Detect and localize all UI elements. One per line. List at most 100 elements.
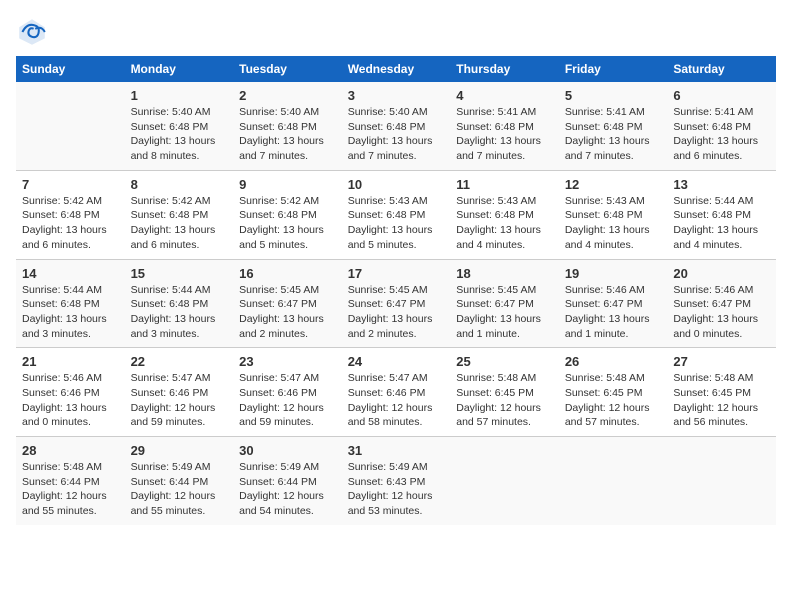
day-number: 25 (456, 354, 553, 369)
cell-week1-day5: 4 Sunrise: 5:41 AMSunset: 6:48 PMDaylight… (450, 82, 559, 170)
day-info: Sunrise: 5:40 AMSunset: 6:48 PMDaylight:… (131, 105, 228, 164)
cell-week2-day1: 7 Sunrise: 5:42 AMSunset: 6:48 PMDaylight… (16, 170, 125, 259)
cell-week5-day4: 31 Sunrise: 5:49 AMSunset: 6:43 PMDayligh… (342, 437, 451, 525)
week-row-1: 1 Sunrise: 5:40 AMSunset: 6:48 PMDaylight… (16, 82, 776, 170)
cell-week2-day5: 11Sunrise: 5:43 AMSunset: 6:48 PMDayligh… (450, 170, 559, 259)
cell-week5-day7 (667, 437, 776, 525)
cell-week4-day4: 24 Sunrise: 5:47 AMSunset: 6:46 PMDayligh… (342, 348, 451, 437)
header-tuesday: Tuesday (233, 56, 342, 82)
day-info: Sunrise: 5:46 AMSunset: 6:46 PMDaylight:… (22, 371, 119, 430)
day-number: 20 (673, 266, 770, 281)
cell-week5-day6 (559, 437, 668, 525)
day-info: Sunrise: 5:40 AMSunset: 6:48 PMDaylight:… (348, 105, 445, 164)
day-info: Sunrise: 5:44 AMSunset: 6:48 PMDaylight:… (673, 194, 770, 253)
day-number: 3 (348, 88, 445, 103)
day-number: 15 (131, 266, 228, 281)
day-info: Sunrise: 5:47 AMSunset: 6:46 PMDaylight:… (239, 371, 336, 430)
day-info: Sunrise: 5:42 AMSunset: 6:48 PMDaylight:… (131, 194, 228, 253)
day-info: Sunrise: 5:40 AMSunset: 6:48 PMDaylight:… (239, 105, 336, 164)
cell-week3-day6: 19Sunrise: 5:46 AMSunset: 6:47 PMDayligh… (559, 259, 668, 348)
day-info: Sunrise: 5:43 AMSunset: 6:48 PMDaylight:… (456, 194, 553, 253)
cell-week4-day1: 21 Sunrise: 5:46 AMSunset: 6:46 PMDayligh… (16, 348, 125, 437)
cell-week4-day3: 23Sunrise: 5:47 AMSunset: 6:46 PMDayligh… (233, 348, 342, 437)
header-sunday: Sunday (16, 56, 125, 82)
cell-week4-day6: 26Sunrise: 5:48 AMSunset: 6:45 PMDayligh… (559, 348, 668, 437)
day-info: Sunrise: 5:48 AMSunset: 6:45 PMDaylight:… (456, 371, 553, 430)
day-number: 29 (131, 443, 228, 458)
day-info: Sunrise: 5:47 AMSunset: 6:46 PMDaylight:… (348, 371, 445, 430)
week-row-5: 28 Sunrise: 5:48 AMSunset: 6:44 PMDayligh… (16, 437, 776, 525)
cell-week1-day2: 1 Sunrise: 5:40 AMSunset: 6:48 PMDaylight… (125, 82, 234, 170)
cell-week5-day3: 30 Sunrise: 5:49 AMSunset: 6:44 PMDayligh… (233, 437, 342, 525)
cell-week2-day4: 10Sunrise: 5:43 AMSunset: 6:48 PMDayligh… (342, 170, 451, 259)
header-thursday: Thursday (450, 56, 559, 82)
cell-week1-day7: 6 Sunrise: 5:41 AMSunset: 6:48 PMDaylight… (667, 82, 776, 170)
day-number: 16 (239, 266, 336, 281)
calendar-header-row: SundayMondayTuesdayWednesdayThursdayFrid… (16, 56, 776, 82)
day-info: Sunrise: 5:47 AMSunset: 6:46 PMDaylight:… (131, 371, 228, 430)
page-header (16, 16, 776, 48)
cell-week3-day2: 15 Sunrise: 5:44 AMSunset: 6:48 PMDayligh… (125, 259, 234, 348)
header-monday: Monday (125, 56, 234, 82)
cell-week2-day6: 12 Sunrise: 5:43 AMSunset: 6:48 PMDayligh… (559, 170, 668, 259)
day-info: Sunrise: 5:46 AMSunset: 6:47 PMDaylight:… (673, 283, 770, 342)
day-info: Sunrise: 5:49 AMSunset: 6:44 PMDaylight:… (239, 460, 336, 519)
day-number: 6 (673, 88, 770, 103)
day-number: 12 (565, 177, 662, 192)
cell-week1-day6: 5Sunrise: 5:41 AMSunset: 6:48 PMDaylight… (559, 82, 668, 170)
day-number: 26 (565, 354, 662, 369)
day-number: 24 (348, 354, 445, 369)
cell-week3-day1: 14 Sunrise: 5:44 AMSunset: 6:48 PMDayligh… (16, 259, 125, 348)
day-number: 4 (456, 88, 553, 103)
cell-week4-day5: 25 Sunrise: 5:48 AMSunset: 6:45 PMDayligh… (450, 348, 559, 437)
day-number: 18 (456, 266, 553, 281)
day-number: 14 (22, 266, 119, 281)
day-info: Sunrise: 5:45 AMSunset: 6:47 PMDaylight:… (239, 283, 336, 342)
cell-week2-day7: 13 Sunrise: 5:44 AMSunset: 6:48 PMDayligh… (667, 170, 776, 259)
cell-week5-day1: 28 Sunrise: 5:48 AMSunset: 6:44 PMDayligh… (16, 437, 125, 525)
cell-week3-day5: 18Sunrise: 5:45 AMSunset: 6:47 PMDayligh… (450, 259, 559, 348)
calendar-table: SundayMondayTuesdayWednesdayThursdayFrid… (16, 56, 776, 525)
cell-week3-day7: 20 Sunrise: 5:46 AMSunset: 6:47 PMDayligh… (667, 259, 776, 348)
day-number: 28 (22, 443, 119, 458)
day-number: 9 (239, 177, 336, 192)
logo-icon (16, 16, 48, 48)
day-number: 21 (22, 354, 119, 369)
cell-week1-day1 (16, 82, 125, 170)
cell-week4-day2: 22Sunrise: 5:47 AMSunset: 6:46 PMDayligh… (125, 348, 234, 437)
cell-week1-day4: 3 Sunrise: 5:40 AMSunset: 6:48 PMDaylight… (342, 82, 451, 170)
cell-week5-day2: 29 Sunrise: 5:49 AMSunset: 6:44 PMDayligh… (125, 437, 234, 525)
logo (16, 16, 52, 48)
day-number: 17 (348, 266, 445, 281)
day-number: 30 (239, 443, 336, 458)
day-info: Sunrise: 5:44 AMSunset: 6:48 PMDaylight:… (131, 283, 228, 342)
header-friday: Friday (559, 56, 668, 82)
day-number: 31 (348, 443, 445, 458)
day-number: 8 (131, 177, 228, 192)
cell-week2-day2: 8 Sunrise: 5:42 AMSunset: 6:48 PMDaylight… (125, 170, 234, 259)
day-info: Sunrise: 5:49 AMSunset: 6:43 PMDaylight:… (348, 460, 445, 519)
day-info: Sunrise: 5:43 AMSunset: 6:48 PMDaylight:… (565, 194, 662, 253)
week-row-4: 21 Sunrise: 5:46 AMSunset: 6:46 PMDayligh… (16, 348, 776, 437)
day-info: Sunrise: 5:45 AMSunset: 6:47 PMDaylight:… (348, 283, 445, 342)
day-info: Sunrise: 5:41 AMSunset: 6:48 PMDaylight:… (673, 105, 770, 164)
cell-week5-day5 (450, 437, 559, 525)
day-number: 13 (673, 177, 770, 192)
day-info: Sunrise: 5:49 AMSunset: 6:44 PMDaylight:… (131, 460, 228, 519)
cell-week1-day3: 2 Sunrise: 5:40 AMSunset: 6:48 PMDaylight… (233, 82, 342, 170)
day-info: Sunrise: 5:41 AMSunset: 6:48 PMDaylight:… (565, 105, 662, 164)
day-info: Sunrise: 5:42 AMSunset: 6:48 PMDaylight:… (239, 194, 336, 253)
week-row-2: 7 Sunrise: 5:42 AMSunset: 6:48 PMDaylight… (16, 170, 776, 259)
day-info: Sunrise: 5:41 AMSunset: 6:48 PMDaylight:… (456, 105, 553, 164)
day-number: 7 (22, 177, 119, 192)
cell-week3-day4: 17 Sunrise: 5:45 AMSunset: 6:47 PMDayligh… (342, 259, 451, 348)
day-number: 10 (348, 177, 445, 192)
cell-week3-day3: 16 Sunrise: 5:45 AMSunset: 6:47 PMDayligh… (233, 259, 342, 348)
day-number: 2 (239, 88, 336, 103)
day-info: Sunrise: 5:48 AMSunset: 6:44 PMDaylight:… (22, 460, 119, 519)
day-info: Sunrise: 5:48 AMSunset: 6:45 PMDaylight:… (673, 371, 770, 430)
day-info: Sunrise: 5:44 AMSunset: 6:48 PMDaylight:… (22, 283, 119, 342)
day-info: Sunrise: 5:42 AMSunset: 6:48 PMDaylight:… (22, 194, 119, 253)
day-info: Sunrise: 5:46 AMSunset: 6:47 PMDaylight:… (565, 283, 662, 342)
day-number: 1 (131, 88, 228, 103)
